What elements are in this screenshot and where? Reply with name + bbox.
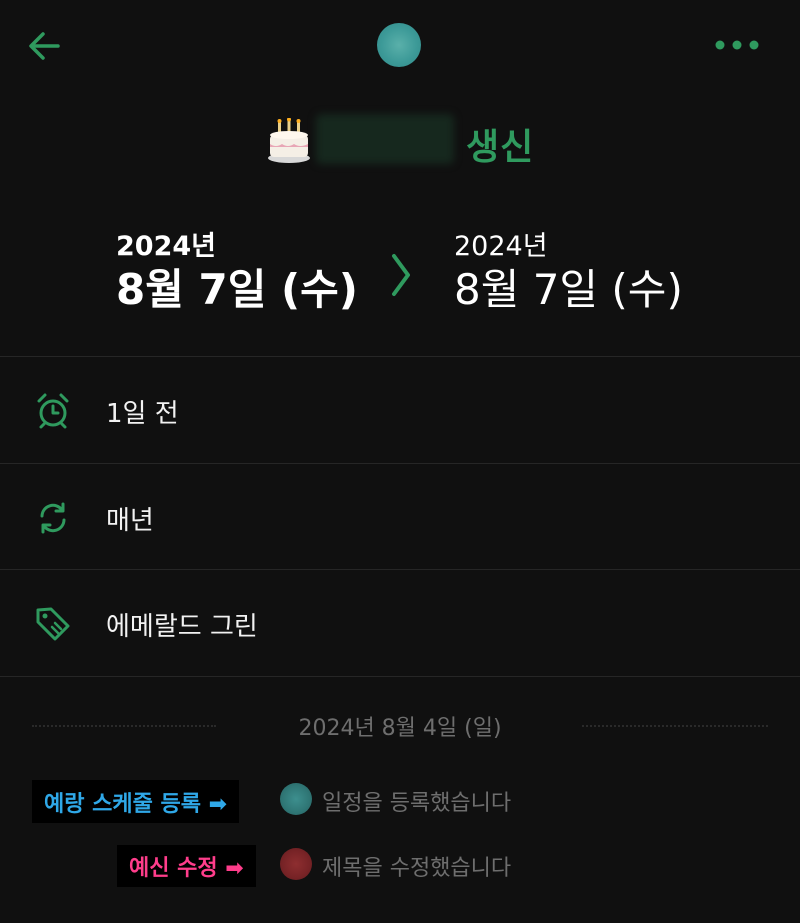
arrow-left-icon[interactable]: [24, 26, 64, 66]
color-label: 에메랄드 그린: [106, 612, 258, 642]
top-bar: [0, 0, 800, 90]
history-avatar-dot: [280, 783, 312, 815]
divider: [0, 676, 800, 677]
redacted-name: [316, 114, 454, 164]
end-date-day: 8월 7일 (수): [454, 265, 683, 314]
repeat-row[interactable]: 매년: [0, 464, 800, 570]
history-entry-text: 제목을 수정했습니다: [322, 856, 512, 881]
alarm-clock-icon: [34, 392, 72, 430]
repeat-label: 매년: [106, 506, 154, 536]
tag-icon: [34, 605, 72, 643]
calendar-color-avatar[interactable]: [377, 23, 421, 67]
chevron-right-icon: [386, 250, 416, 300]
annotation-label: 예신 수정 ➡: [117, 845, 256, 887]
annotation-label: 예랑 스케줄 등록 ➡: [32, 780, 240, 823]
start-date-day: 8월 7일 (수): [116, 265, 359, 314]
more-horizontal-icon[interactable]: [712, 30, 762, 60]
history-entry-text: 일정을 등록했습니다: [322, 791, 512, 816]
event-title-text: 생신: [466, 127, 535, 168]
end-date-year: 2024년: [454, 231, 548, 262]
start-date[interactable]: 2024년 8월 7일 (수): [116, 230, 358, 316]
end-date[interactable]: 2024년 8월 7일 (수): [454, 230, 683, 316]
alarm-row[interactable]: 1일 전: [0, 357, 800, 463]
birthday-cake-icon: [266, 117, 312, 164]
dotted-divider-right: [582, 725, 768, 727]
color-row[interactable]: 에메랄드 그린: [0, 570, 800, 676]
start-date-year: 2024년: [116, 231, 216, 262]
alarm-label: 1일 전: [106, 399, 179, 429]
history-avatar-dot: [280, 848, 312, 880]
event-title[interactable]: 생신: [0, 112, 800, 172]
repeat-icon: [34, 499, 72, 537]
